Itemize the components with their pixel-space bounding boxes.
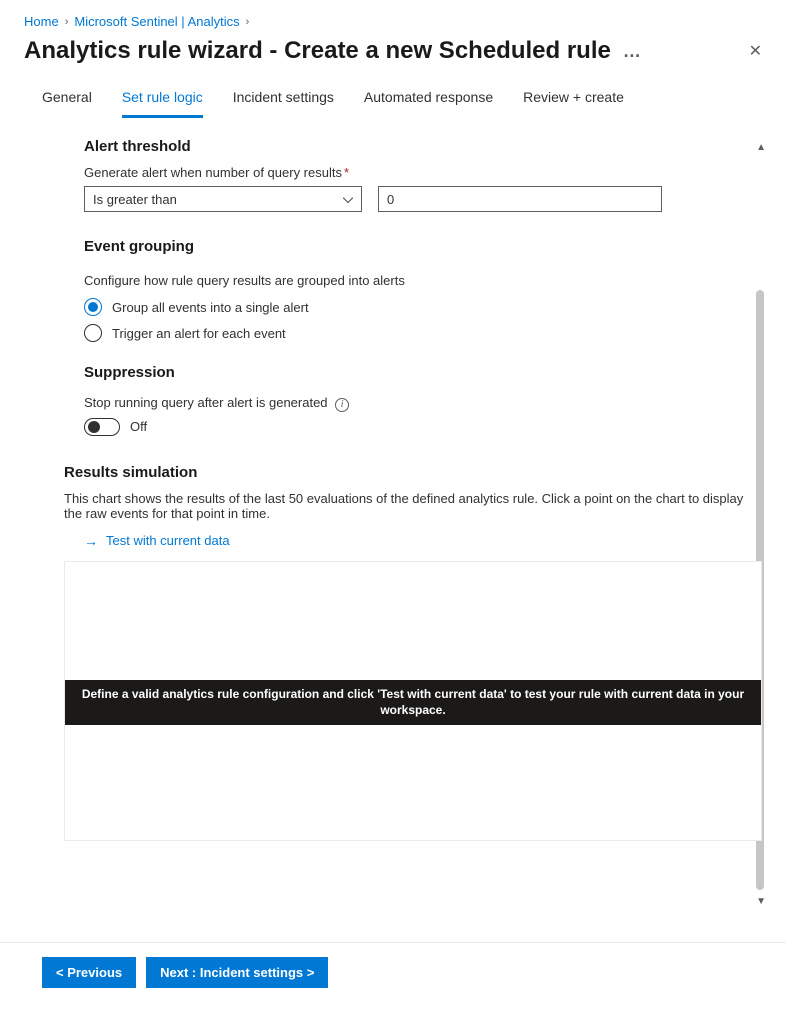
wizard-footer: < Previous Next : Incident settings > (0, 942, 786, 1010)
event-grouping-heading: Event grouping (84, 238, 762, 255)
radio-label: Trigger an alert for each event (112, 326, 286, 341)
main-content: Alert threshold Generate alert when numb… (0, 118, 786, 861)
suppression-toggle-row: Off (84, 418, 762, 436)
results-simulation-desc: This chart shows the results of the last… (64, 491, 762, 521)
threshold-value-input[interactable] (378, 186, 662, 212)
suppression-heading: Suppression (84, 364, 762, 381)
next-button[interactable]: Next : Incident settings > (146, 957, 328, 988)
suppression-label-row: Stop running query after alert is genera… (84, 395, 762, 412)
suppression-toggle-state: Off (130, 419, 147, 434)
required-indicator: * (344, 165, 349, 180)
alert-threshold-row: Is greater than (84, 186, 762, 212)
more-actions-icon[interactable]: … (623, 41, 643, 62)
simulation-banner: Define a valid analytics rule configurat… (65, 680, 761, 726)
alert-threshold-label-text: Generate alert when number of query resu… (84, 165, 342, 180)
title-row: Analytics rule wizard - Create a new Sch… (0, 35, 786, 79)
tab-automated-response[interactable]: Automated response (364, 79, 493, 118)
tab-general[interactable]: General (42, 79, 92, 118)
tab-set-rule-logic[interactable]: Set rule logic (122, 79, 203, 118)
previous-button[interactable]: < Previous (42, 957, 136, 988)
close-icon[interactable]: ✕ (745, 37, 766, 65)
operator-select-value: Is greater than (93, 192, 177, 207)
radio-group-single-alert[interactable]: Group all events into a single alert (84, 298, 762, 316)
page-title: Analytics rule wizard - Create a new Sch… (24, 37, 611, 65)
radio-label: Group all events into a single alert (112, 300, 309, 315)
breadcrumb-home[interactable]: Home (24, 14, 59, 29)
alert-threshold-label: Generate alert when number of query resu… (84, 165, 762, 180)
chevron-down-icon (343, 192, 353, 207)
test-with-current-data-link[interactable]: → Test with current data (84, 533, 762, 549)
scroll-down-icon[interactable]: ▼ (756, 896, 766, 907)
chevron-right-icon: › (246, 16, 250, 28)
results-simulation-section: Results simulation This chart shows the … (64, 464, 762, 841)
radio-icon (84, 298, 102, 316)
info-icon[interactable]: i (335, 398, 349, 412)
radio-icon (84, 324, 102, 342)
suppression-toggle[interactable] (84, 418, 120, 436)
arrow-right-icon: → (84, 533, 98, 549)
breadcrumb: Home › Microsoft Sentinel | Analytics › (0, 0, 786, 35)
alert-threshold-heading: Alert threshold (84, 138, 762, 155)
breadcrumb-sentinel-analytics[interactable]: Microsoft Sentinel | Analytics (74, 14, 239, 29)
operator-select[interactable]: Is greater than (84, 186, 362, 212)
radio-trigger-each-event[interactable]: Trigger an alert for each event (84, 324, 762, 342)
chevron-right-icon: › (65, 16, 69, 28)
wizard-tabs: General Set rule logic Incident settings… (0, 79, 786, 118)
suppression-label: Stop running query after alert is genera… (84, 395, 328, 410)
test-link-label: Test with current data (106, 533, 230, 548)
scroll-up-icon[interactable]: ▲ (756, 142, 766, 153)
simulation-chart-placeholder: Define a valid analytics rule configurat… (64, 561, 762, 841)
event-grouping-desc: Configure how rule query results are gro… (84, 273, 762, 288)
tab-review-create[interactable]: Review + create (523, 79, 624, 118)
tab-incident-settings[interactable]: Incident settings (233, 79, 334, 118)
page-title-wrap: Analytics rule wizard - Create a new Sch… (24, 37, 643, 65)
results-simulation-heading: Results simulation (64, 464, 762, 481)
